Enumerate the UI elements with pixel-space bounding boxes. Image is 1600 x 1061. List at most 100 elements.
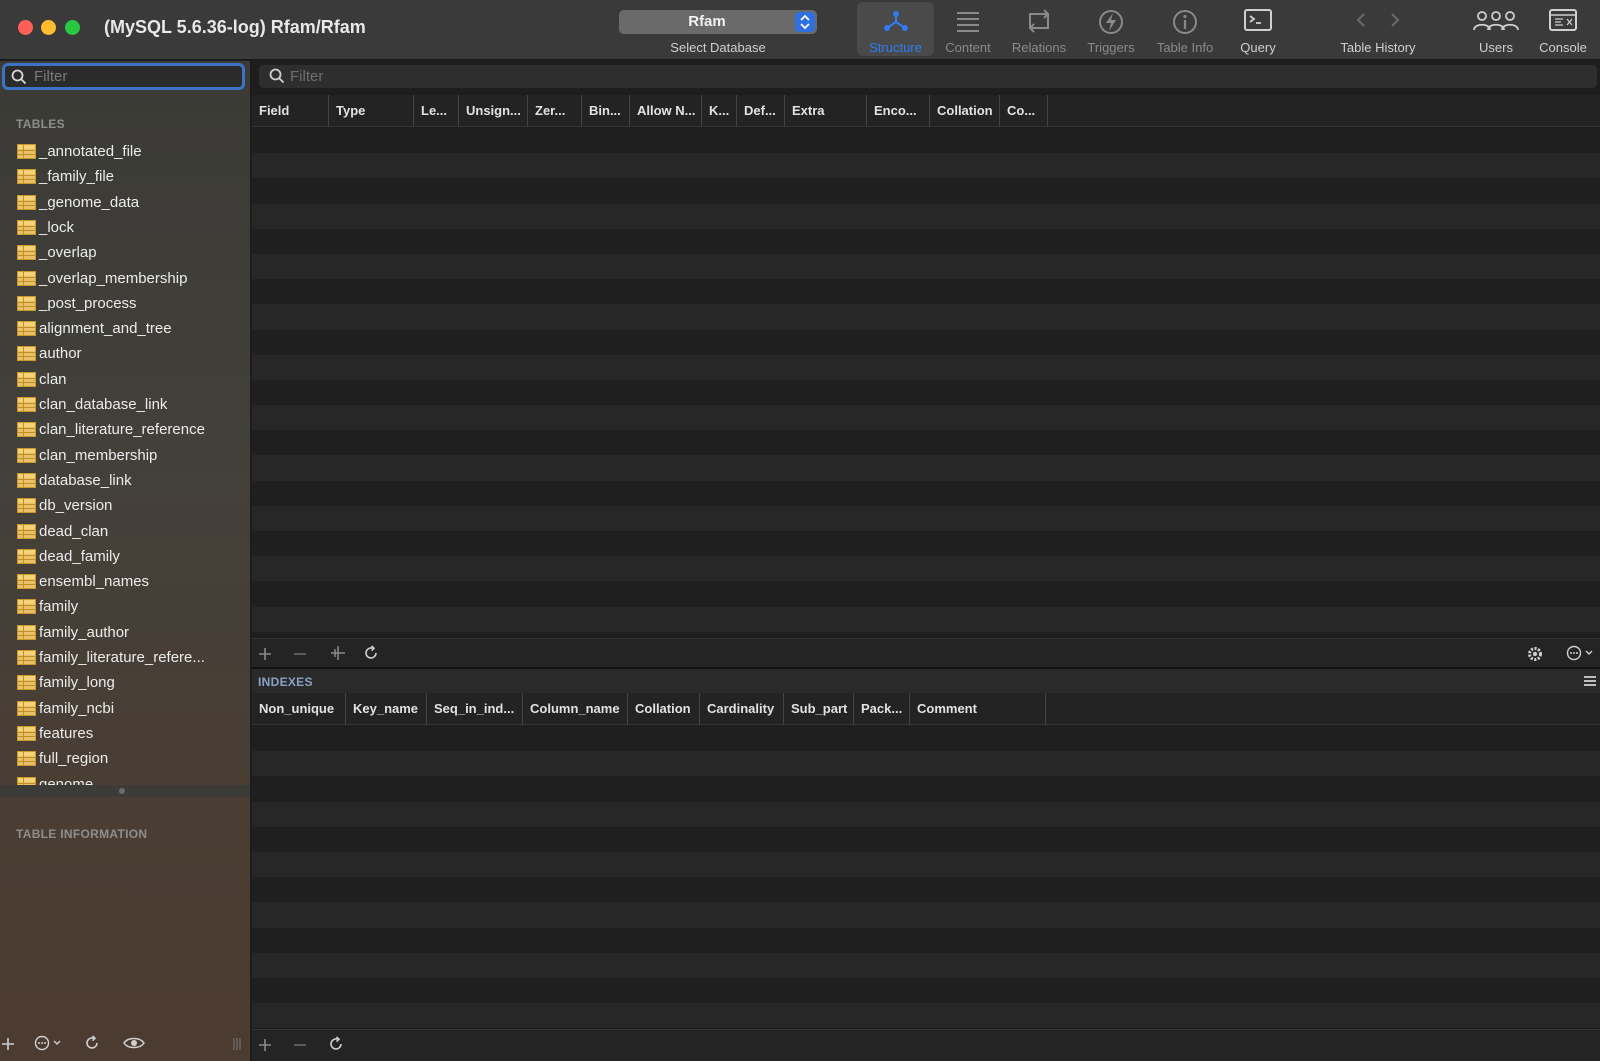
structure-column-header[interactable]: Collation [930, 95, 1000, 127]
sidebar-table-item[interactable]: alignment_and_tree [0, 316, 250, 341]
minus-icon [294, 653, 306, 655]
sidebar-table-item[interactable]: _overlap_membership [0, 266, 250, 291]
structure-column-header[interactable]: Extra [785, 95, 867, 127]
add-field-button[interactable] [258, 645, 272, 665]
sidebar-table-item[interactable]: _lock [0, 215, 250, 240]
indexes-column-header[interactable]: Pack... [854, 693, 910, 725]
table-history-nav[interactable]: Table History [1330, 2, 1426, 56]
tab-users[interactable]: Users [1464, 2, 1528, 56]
sidebar-table-item[interactable]: full_region [0, 746, 250, 771]
remove-field-button[interactable] [293, 645, 307, 665]
structure-more-button[interactable] [1566, 645, 1598, 665]
structure-settings-button[interactable] [1526, 645, 1544, 667]
sidebar-table-item[interactable]: family [0, 594, 250, 619]
indexes-empty-row [252, 851, 1600, 878]
structure-column-header[interactable]: Le... [414, 95, 459, 127]
indexes-table-body [252, 726, 1600, 1028]
tab-structure[interactable]: Structure [857, 2, 934, 56]
sidebar-table-item[interactable]: clan [0, 367, 250, 392]
indexes-column-header[interactable]: Non_unique [252, 693, 346, 725]
sidebar-table-item[interactable]: clan_literature_reference [0, 417, 250, 442]
structure-column-header[interactable]: Unsign... [459, 95, 528, 127]
show-table-info-button[interactable] [123, 1035, 145, 1056]
sidebar-table-item[interactable]: family_author [0, 620, 250, 645]
hamburger-menu-icon[interactable] [1584, 676, 1596, 686]
table-actions-button[interactable] [34, 1035, 66, 1056]
refresh-indexes-button[interactable] [328, 1036, 344, 1056]
structure-column-header[interactable]: Allow N... [630, 95, 702, 127]
indexes-column-header[interactable]: Key_name [346, 693, 427, 725]
indexes-column-header[interactable]: Cardinality [700, 693, 784, 725]
sidebar-resize-handle[interactable] [232, 1035, 242, 1056]
database-select[interactable]: Rfam [619, 10, 817, 34]
structure-column-header[interactable]: Field [252, 95, 329, 127]
sidebar-table-item[interactable]: author [0, 341, 250, 366]
table-icon [17, 498, 36, 514]
sidebar-table-item[interactable]: _genome_data [0, 190, 250, 215]
minimize-window-button[interactable] [41, 20, 56, 35]
structure-filter-input[interactable]: Filter [259, 65, 1597, 88]
sidebar-table-item[interactable]: clan_membership [0, 443, 250, 468]
add-table-button[interactable] [1, 1035, 15, 1056]
sidebar-table-label: _overlap_membership [39, 269, 188, 287]
sidebar-table-item[interactable]: dead_family [0, 544, 250, 569]
close-window-button[interactable] [18, 20, 33, 35]
structure-column-header[interactable]: Bin... [582, 95, 630, 127]
sidebar-table-item[interactable]: family_long [0, 670, 250, 695]
structure-column-header[interactable]: Co... [1000, 95, 1048, 127]
indexes-column-header[interactable]: Sub_part [784, 693, 854, 725]
tab-console[interactable]: Console [1530, 2, 1596, 56]
structure-column-header[interactable]: Type [329, 95, 414, 127]
sidebar-table-item[interactable]: _overlap [0, 240, 250, 265]
structure-action-bar [252, 638, 1600, 670]
tab-table-info[interactable]: Table Info [1150, 2, 1220, 56]
structure-column-header[interactable]: Def... [737, 95, 785, 127]
structure-column-header[interactable]: K... [702, 95, 737, 127]
indexes-table-header: Non_unique Key_name Seq_in_ind... Column_na… [252, 693, 1600, 725]
table-icon [17, 447, 36, 463]
sidebar-table-item[interactable]: features [0, 721, 250, 746]
sidebar-table-item[interactable]: _annotated_file [0, 139, 250, 164]
tab-query[interactable]: Query [1228, 2, 1288, 56]
add-index-button[interactable] [258, 1036, 272, 1056]
sidebar-filter-input[interactable]: Filter [2, 63, 245, 90]
search-icon [269, 68, 285, 84]
tab-relations[interactable]: Relations [1004, 2, 1074, 56]
table-icon [17, 371, 36, 387]
database-select-value: Rfam [688, 13, 726, 30]
indexes-column-header[interactable]: Comment [910, 693, 1046, 725]
duplicate-field-button[interactable] [330, 645, 346, 665]
table-icon [17, 751, 36, 767]
structure-column-header[interactable]: Zer... [528, 95, 582, 127]
sidebar-table-item[interactable]: family_ncbi [0, 696, 250, 721]
zoom-window-button[interactable] [65, 20, 80, 35]
sidebar-table-item[interactable]: _post_process [0, 291, 250, 316]
sidebar-table-label: alignment_and_tree [39, 320, 172, 338]
refresh-tables-button[interactable] [84, 1035, 100, 1056]
indexes-empty-row [252, 726, 1600, 752]
sidebar-table-item[interactable]: family_literature_refere... [0, 645, 250, 670]
indexes-column-header[interactable]: Seq_in_ind... [427, 693, 523, 725]
indexes-column-header[interactable]: Column_name [523, 693, 628, 725]
structure-empty-row [252, 531, 1600, 557]
indexes-action-bar [252, 1029, 1600, 1061]
structure-column-header[interactable]: Enco... [867, 95, 930, 127]
history-arrows-icon [1356, 13, 1400, 27]
tab-content[interactable]: Content [936, 2, 1000, 56]
tab-content-label: Content [945, 40, 991, 55]
sidebar-splitter[interactable] [0, 785, 250, 797]
sidebar-table-item[interactable]: db_version [0, 493, 250, 518]
sidebar-table-item[interactable]: dead_clan [0, 519, 250, 544]
sidebar-table-item[interactable]: _family_file [0, 164, 250, 189]
refresh-structure-button[interactable] [363, 645, 379, 665]
sidebar-table-label: family [39, 598, 79, 616]
sidebar-table-item[interactable]: clan_database_link [0, 392, 250, 417]
tab-table-info-label: Table Info [1156, 40, 1214, 55]
sidebar-table-item[interactable]: database_link [0, 468, 250, 493]
remove-index-button[interactable] [293, 1036, 307, 1056]
tab-triggers[interactable]: Triggers [1080, 2, 1142, 56]
structure-empty-row [252, 379, 1600, 406]
indexes-column-header[interactable]: Collation [628, 693, 700, 725]
table-icon [17, 548, 36, 564]
sidebar-table-item[interactable]: ensembl_names [0, 569, 250, 594]
